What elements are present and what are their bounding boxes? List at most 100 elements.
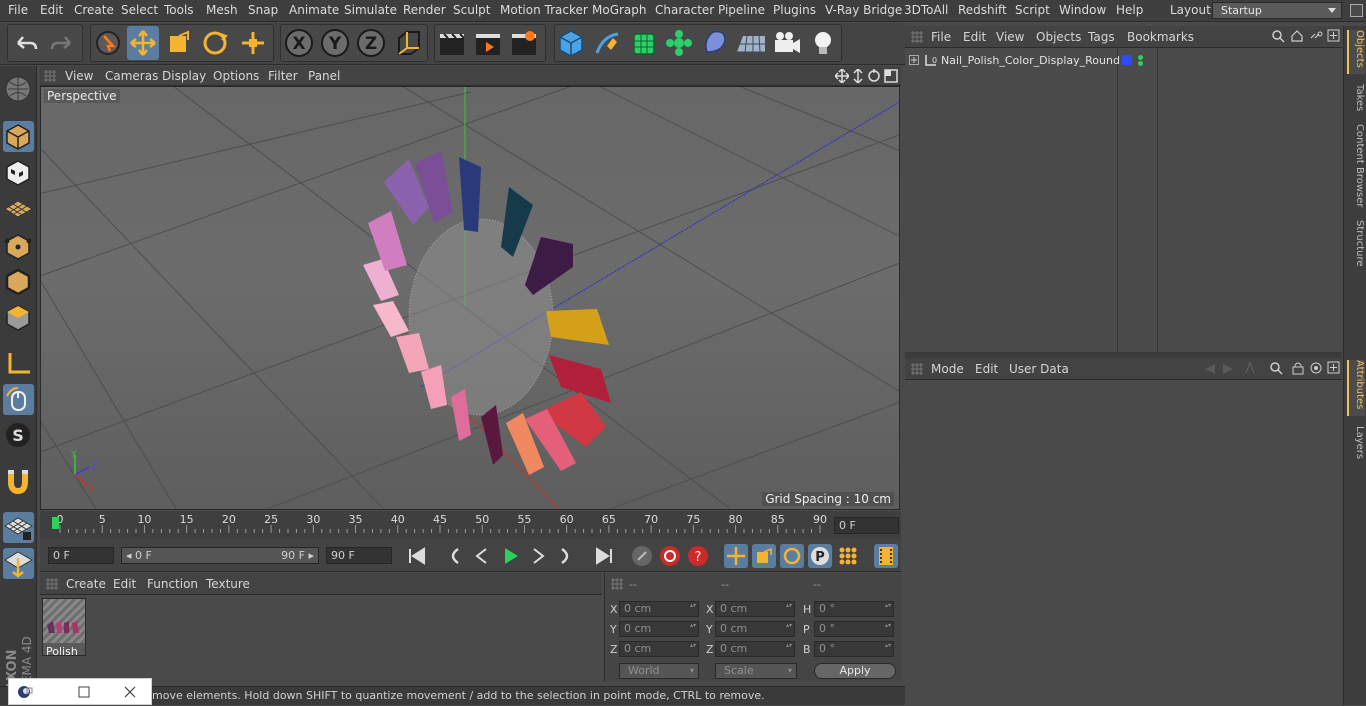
menu-animate[interactable]: Animate: [289, 3, 339, 17]
menu-character[interactable]: Character: [655, 3, 714, 17]
motion-record-icon[interactable]: [630, 544, 654, 568]
viewport-menu-display[interactable]: Display: [162, 69, 206, 83]
rotation-h-field[interactable]: 0 °: [814, 601, 894, 617]
search-icon[interactable]: [1271, 29, 1285, 43]
menu-script[interactable]: Script: [1015, 3, 1050, 17]
target-icon[interactable]: [1309, 361, 1323, 375]
menu-3dtoall[interactable]: 3DToAll: [904, 3, 948, 17]
key-point-level-icon[interactable]: [836, 544, 860, 568]
polygons-mode-icon[interactable]: [3, 302, 34, 333]
texture-mode-icon[interactable]: [3, 157, 34, 188]
cinema4d-app-icon[interactable]: [17, 685, 33, 699]
scale-icon[interactable]: [163, 26, 195, 60]
position-y-field[interactable]: 0 cm: [619, 621, 699, 637]
workplane-grid-icon[interactable]: [3, 193, 34, 224]
edit-render-settings-icon[interactable]: [508, 26, 540, 60]
rotate-view-icon[interactable]: [867, 69, 881, 83]
next-frame-icon[interactable]: [526, 544, 550, 568]
tab-content-browser[interactable]: Content Browser: [1347, 124, 1365, 208]
rotation-p-field[interactable]: 0 °: [814, 621, 894, 637]
viewport-menu-cameras[interactable]: Cameras: [105, 69, 158, 83]
pen-icon[interactable]: [591, 26, 623, 60]
live-selection-icon[interactable]: [92, 26, 124, 60]
object-row[interactable]: 0 Nail_Polish_Color_Display_Round: [905, 52, 1342, 70]
quantize-icon[interactable]: [3, 548, 34, 579]
previous-keyframe-icon[interactable]: [442, 544, 466, 568]
cube-icon[interactable]: [555, 26, 587, 60]
apply-button[interactable]: Apply: [814, 663, 896, 679]
go-to-start-icon[interactable]: [405, 544, 429, 568]
position-z-field[interactable]: 0 cm: [619, 641, 699, 657]
menu-tools[interactable]: Tools: [164, 3, 194, 17]
deformer-icon[interactable]: [699, 26, 731, 60]
timeline-ruler[interactable]: 0 5 10 15 20 25 30 35 40 45 50 55 60 65 70 75 80 85 90 0 F: [40, 511, 901, 538]
home-icon[interactable]: [1290, 29, 1304, 43]
camera-icon[interactable]: [771, 26, 803, 60]
key-scale-icon[interactable]: [752, 544, 776, 568]
model-mode-icon[interactable]: [3, 121, 34, 152]
size-z-field[interactable]: 0 cm: [715, 641, 795, 657]
enable-axis-icon[interactable]: [3, 348, 34, 379]
recent-tool-icon[interactable]: [237, 26, 269, 60]
menu-mesh[interactable]: Mesh: [206, 3, 238, 17]
menu-edit[interactable]: Edit: [40, 3, 63, 17]
objects-menu-file[interactable]: File: [931, 30, 951, 44]
redo-icon[interactable]: [46, 26, 78, 60]
editor-visibility-dot[interactable]: [1138, 55, 1143, 60]
viewport-menu-filter[interactable]: Filter: [268, 69, 298, 83]
playhead-marker[interactable]: [52, 517, 59, 529]
x-axis-icon[interactable]: X: [283, 26, 315, 60]
key-parameter-icon[interactable]: P: [808, 544, 832, 568]
material-menu-texture[interactable]: Texture: [206, 577, 250, 591]
key-position-icon[interactable]: [724, 544, 748, 568]
menu-redshift[interactable]: Redshift: [958, 3, 1007, 17]
menu-snap[interactable]: Snap: [248, 3, 278, 17]
autokey-icon[interactable]: ?: [686, 544, 710, 568]
light-icon[interactable]: [807, 26, 839, 60]
menu-create[interactable]: Create: [74, 3, 114, 17]
menu-motion-tracker[interactable]: Motion Tracker: [500, 3, 588, 17]
layout-select[interactable]: Startup: [1212, 2, 1342, 19]
frame-range-slider[interactable]: ◂ 0 F 90 F ▸: [121, 547, 319, 564]
expand-icon[interactable]: [909, 55, 919, 65]
attributes-menu-user-data[interactable]: User Data: [1009, 362, 1069, 376]
solo-icon[interactable]: S: [3, 420, 34, 451]
material-polish[interactable]: Polish: [42, 598, 86, 658]
viewport-camera-label[interactable]: Perspective: [44, 89, 120, 103]
new-panel-icon[interactable]: [1327, 29, 1341, 43]
tab-takes[interactable]: Takes: [1347, 84, 1365, 114]
tab-attributes[interactable]: Attributes: [1347, 360, 1365, 416]
menu-pipeline[interactable]: Pipeline: [718, 3, 765, 17]
workplane-icon[interactable]: [3, 74, 34, 105]
play-forward-icon[interactable]: [498, 544, 522, 568]
history-arrows-icon[interactable]: [1201, 362, 1237, 376]
maximize-view-icon[interactable]: [884, 69, 898, 83]
position-x-field[interactable]: 0 cm: [619, 601, 699, 617]
layer-color-swatch[interactable]: [1122, 55, 1132, 65]
attributes-menu-edit[interactable]: Edit: [975, 362, 998, 376]
menu-mograph[interactable]: MoGraph: [592, 3, 647, 17]
y-axis-icon[interactable]: Y: [319, 26, 351, 60]
lock-icon[interactable]: [1291, 361, 1305, 375]
menu-select[interactable]: Select: [121, 3, 158, 17]
pan-view-icon[interactable]: [835, 69, 849, 83]
floor-icon[interactable]: [735, 26, 767, 60]
objects-menu-view[interactable]: View: [996, 30, 1024, 44]
restore-window-icon[interactable]: [77, 685, 91, 699]
close-icon[interactable]: [123, 685, 137, 699]
next-keyframe-icon[interactable]: [554, 544, 578, 568]
workplane-lock-icon[interactable]: [3, 512, 34, 543]
zoom-view-icon[interactable]: [852, 69, 864, 83]
viewport-menu-panel[interactable]: Panel: [308, 69, 340, 83]
points-mode-icon[interactable]: [3, 231, 34, 262]
record-active-icon[interactable]: [658, 544, 682, 568]
menu-file[interactable]: File: [8, 3, 28, 17]
previous-frame-icon[interactable]: [470, 544, 494, 568]
rotation-b-field[interactable]: 0 °: [814, 641, 894, 657]
tab-objects[interactable]: Objects: [1347, 30, 1365, 74]
render-view-icon[interactable]: [436, 26, 468, 60]
menu-vray-bridge[interactable]: V-Ray Bridge: [825, 3, 902, 17]
menu-sculpt[interactable]: Sculpt: [453, 3, 490, 17]
size-mode-dropdown[interactable]: Scale ▾: [715, 663, 797, 679]
go-to-end-icon[interactable]: [592, 544, 616, 568]
